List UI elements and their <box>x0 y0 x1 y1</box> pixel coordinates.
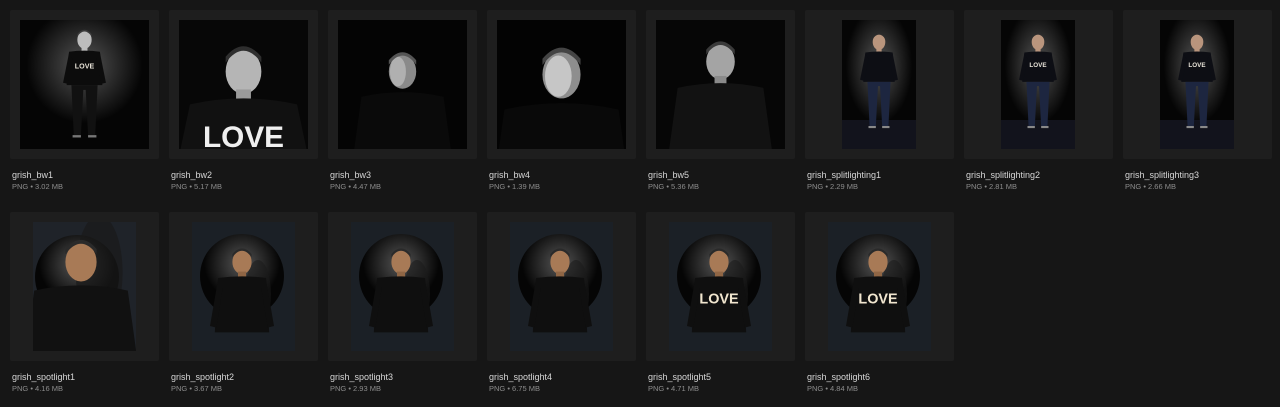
portrait-spotlight-image <box>33 222 136 351</box>
portrait-split-lighting-image <box>842 20 916 149</box>
file-name: grish_bw1 <box>12 170 54 180</box>
file-meta: PNG • 2.81 MB <box>966 182 1017 191</box>
thumbnail-frame[interactable]: LOVE <box>964 10 1113 159</box>
file-tile[interactable]: LOVE grish_splitlighting3 PNG • 2.66 MB <box>1123 10 1272 205</box>
svg-text:LOVE: LOVE <box>858 292 898 308</box>
thumbnail-frame[interactable] <box>169 212 318 361</box>
file-tile[interactable]: LOVE grish_spotlight5 PNG • 4.71 MB <box>646 212 795 407</box>
thumbnail-frame[interactable] <box>805 10 954 159</box>
file-tile[interactable]: grish_spotlight3 PNG • 2.93 MB <box>328 212 477 407</box>
thumbnail-frame[interactable] <box>487 10 636 159</box>
file-name: grish_spotlight5 <box>648 372 712 382</box>
portrait-spotlight-image <box>510 222 613 351</box>
portrait-bw-full-body-image: LOVE <box>20 20 149 149</box>
file-tile[interactable]: grish_bw4 PNG • 1.39 MB <box>487 10 636 205</box>
thumbnail-frame[interactable] <box>328 212 477 361</box>
file-meta: PNG • 4.16 MB <box>12 384 63 393</box>
portrait-spotlight-image <box>351 222 454 351</box>
file-meta: PNG • 6.75 MB <box>489 384 540 393</box>
file-name: grish_spotlight1 <box>12 372 76 382</box>
file-meta: PNG • 3.67 MB <box>171 384 222 393</box>
file-name: grish_bw4 <box>489 170 531 180</box>
file-tile[interactable]: grish_spotlight4 PNG • 6.75 MB <box>487 212 636 407</box>
file-meta: PNG • 5.36 MB <box>648 182 699 191</box>
svg-text:LOVE: LOVE <box>1029 62 1046 69</box>
thumbnail-frame[interactable] <box>10 212 159 361</box>
file-meta: PNG • 4.84 MB <box>807 384 858 393</box>
file-name: grish_splitlighting1 <box>807 170 882 180</box>
portrait-spotlight-image: LOVE <box>828 222 931 351</box>
file-tile[interactable]: grish_bw3 PNG • 4.47 MB <box>328 10 477 205</box>
thumbnail-frame[interactable] <box>487 212 636 361</box>
file-name: grish_spotlight6 <box>807 372 871 382</box>
portrait-spotlight-image <box>192 222 295 351</box>
svg-text:LOVE: LOVE <box>1188 62 1205 69</box>
file-tile[interactable]: LOVE grish_spotlight6 PNG • 4.84 MB <box>805 212 954 407</box>
file-name: grish_spotlight4 <box>489 372 553 382</box>
portrait-bw-closeup-image: LOVE <box>179 20 308 149</box>
file-tile[interactable]: grish_bw5 PNG • 5.36 MB <box>646 10 795 205</box>
file-meta: PNG • 4.47 MB <box>330 182 381 191</box>
thumbnail-frame[interactable]: LOVE <box>805 212 954 361</box>
file-thumbnail-grid: LOVE grish_bw1 PNG • 3.02 MB LOVE grish_bw2… <box>0 0 1280 407</box>
portrait-split-lighting-image: LOVE <box>1001 20 1075 149</box>
thumbnail-frame[interactable] <box>646 10 795 159</box>
svg-text:LOVE: LOVE <box>699 292 739 308</box>
thumbnail-frame[interactable] <box>328 10 477 159</box>
portrait-bw-lowkey-image <box>338 20 467 149</box>
file-tile[interactable]: LOVE grish_splitlighting2 PNG • 2.81 MB <box>964 10 1113 205</box>
file-tile[interactable]: LOVE grish_bw1 PNG • 3.02 MB <box>10 10 159 205</box>
svg-text:LOVE: LOVE <box>75 62 95 70</box>
portrait-split-lighting-image: LOVE <box>1160 20 1234 149</box>
thumbnail-frame[interactable]: LOVE <box>1123 10 1272 159</box>
file-name: grish_bw3 <box>330 170 372 180</box>
thumbnail-frame[interactable]: LOVE <box>169 10 318 159</box>
svg-text:LOVE: LOVE <box>203 121 284 149</box>
portrait-spotlight-image: LOVE <box>669 222 772 351</box>
file-meta: PNG • 2.29 MB <box>807 182 858 191</box>
file-meta: PNG • 2.93 MB <box>330 384 381 393</box>
thumbnail-frame[interactable]: LOVE <box>646 212 795 361</box>
portrait-bw-face-image <box>497 20 626 149</box>
portrait-bw-halfbody-image <box>656 20 785 149</box>
file-name: grish_bw2 <box>171 170 213 180</box>
file-meta: PNG • 3.02 MB <box>12 182 63 191</box>
file-meta: PNG • 5.17 MB <box>171 182 222 191</box>
file-meta: PNG • 1.39 MB <box>489 182 540 191</box>
file-tile[interactable]: grish_spotlight2 PNG • 3.67 MB <box>169 212 318 407</box>
file-name: grish_spotlight2 <box>171 372 235 382</box>
thumbnail-frame[interactable]: LOVE <box>10 10 159 159</box>
file-tile[interactable]: grish_splitlighting1 PNG • 2.29 MB <box>805 10 954 205</box>
file-name: grish_bw5 <box>648 170 690 180</box>
file-name: grish_splitlighting2 <box>966 170 1041 180</box>
file-meta: PNG • 4.71 MB <box>648 384 699 393</box>
file-tile[interactable]: LOVE grish_bw2 PNG • 5.17 MB <box>169 10 318 205</box>
file-tile[interactable]: grish_spotlight1 PNG • 4.16 MB <box>10 212 159 407</box>
file-name: grish_spotlight3 <box>330 372 394 382</box>
file-meta: PNG • 2.66 MB <box>1125 182 1176 191</box>
file-name: grish_splitlighting3 <box>1125 170 1200 180</box>
